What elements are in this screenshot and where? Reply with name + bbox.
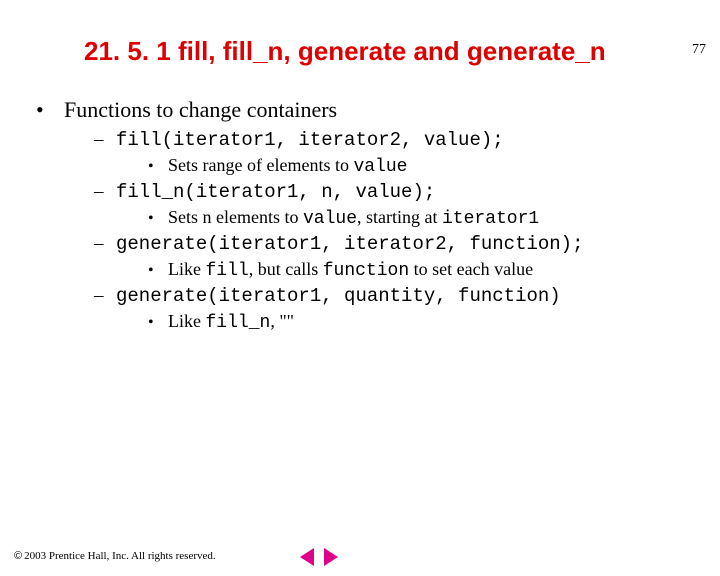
t: Sets n elements to (168, 207, 303, 227)
t: iterator1 (442, 209, 539, 229)
sub-text: Sets range of elements to value (168, 155, 407, 177)
code-text: generate(iterator1, iterator2, function)… (116, 233, 583, 255)
code-text: generate(iterator1, quantity, function) (116, 285, 561, 307)
t: Sets range of elements to (168, 155, 353, 175)
slide-title: 21. 5. 1 fill, fill_n, generate and gene… (84, 36, 720, 67)
copyright-icon: © (14, 550, 22, 562)
bullet-icon (148, 155, 168, 176)
bullet-icon (148, 311, 168, 332)
bullet-level2: fill_n(iterator1, n, value); (94, 181, 720, 203)
bullet-level2: generate(iterator1, iterator2, function)… (94, 233, 720, 255)
prev-arrow-icon[interactable] (300, 548, 314, 566)
bullet-text: Functions to change containers (64, 97, 337, 123)
dash-icon (94, 233, 116, 255)
bullet-icon (36, 97, 64, 123)
t: value (353, 157, 407, 177)
bullet-level3: Sets n elements to value, starting at it… (148, 207, 720, 229)
nav-arrows (300, 548, 338, 566)
bullet-level1: Functions to change containers (36, 97, 720, 123)
t: Like (168, 311, 206, 331)
t: , "" (270, 311, 294, 331)
bullet-icon (148, 207, 168, 228)
t: function (323, 261, 409, 281)
footer-text: 2003 Prentice Hall, Inc. All rights rese… (24, 550, 216, 562)
t: value (303, 209, 357, 229)
dash-icon (94, 285, 116, 307)
code-text: fill(iterator1, iterator2, value); (116, 129, 504, 151)
dash-icon (94, 129, 116, 151)
sub-text: Sets n elements to value, starting at it… (168, 207, 539, 229)
t: fill (206, 261, 249, 281)
bullet-level3: Like fill_n, "" (148, 311, 720, 333)
slide-body: Functions to change containers fill(iter… (36, 97, 720, 333)
t: fill_n (206, 313, 271, 333)
bullet-level3: Like fill, but calls function to set eac… (148, 259, 720, 281)
bullet-level2: fill(iterator1, iterator2, value); (94, 129, 720, 151)
next-arrow-icon[interactable] (324, 548, 338, 566)
bullet-level3: Sets range of elements to value (148, 155, 720, 177)
bullet-level2: generate(iterator1, quantity, function) (94, 285, 720, 307)
sub-text: Like fill, but calls function to set eac… (168, 259, 533, 281)
t: to set each value (409, 259, 533, 279)
bullet-icon (148, 259, 168, 280)
t: Like (168, 259, 206, 279)
t: , starting at (357, 207, 442, 227)
page-number: 77 (692, 42, 706, 58)
sub-text: Like fill_n, "" (168, 311, 294, 333)
code-text: fill_n(iterator1, n, value); (116, 181, 435, 203)
dash-icon (94, 181, 116, 203)
t: , but calls (249, 259, 323, 279)
footer: © 2003 Prentice Hall, Inc. All rights re… (14, 550, 216, 562)
